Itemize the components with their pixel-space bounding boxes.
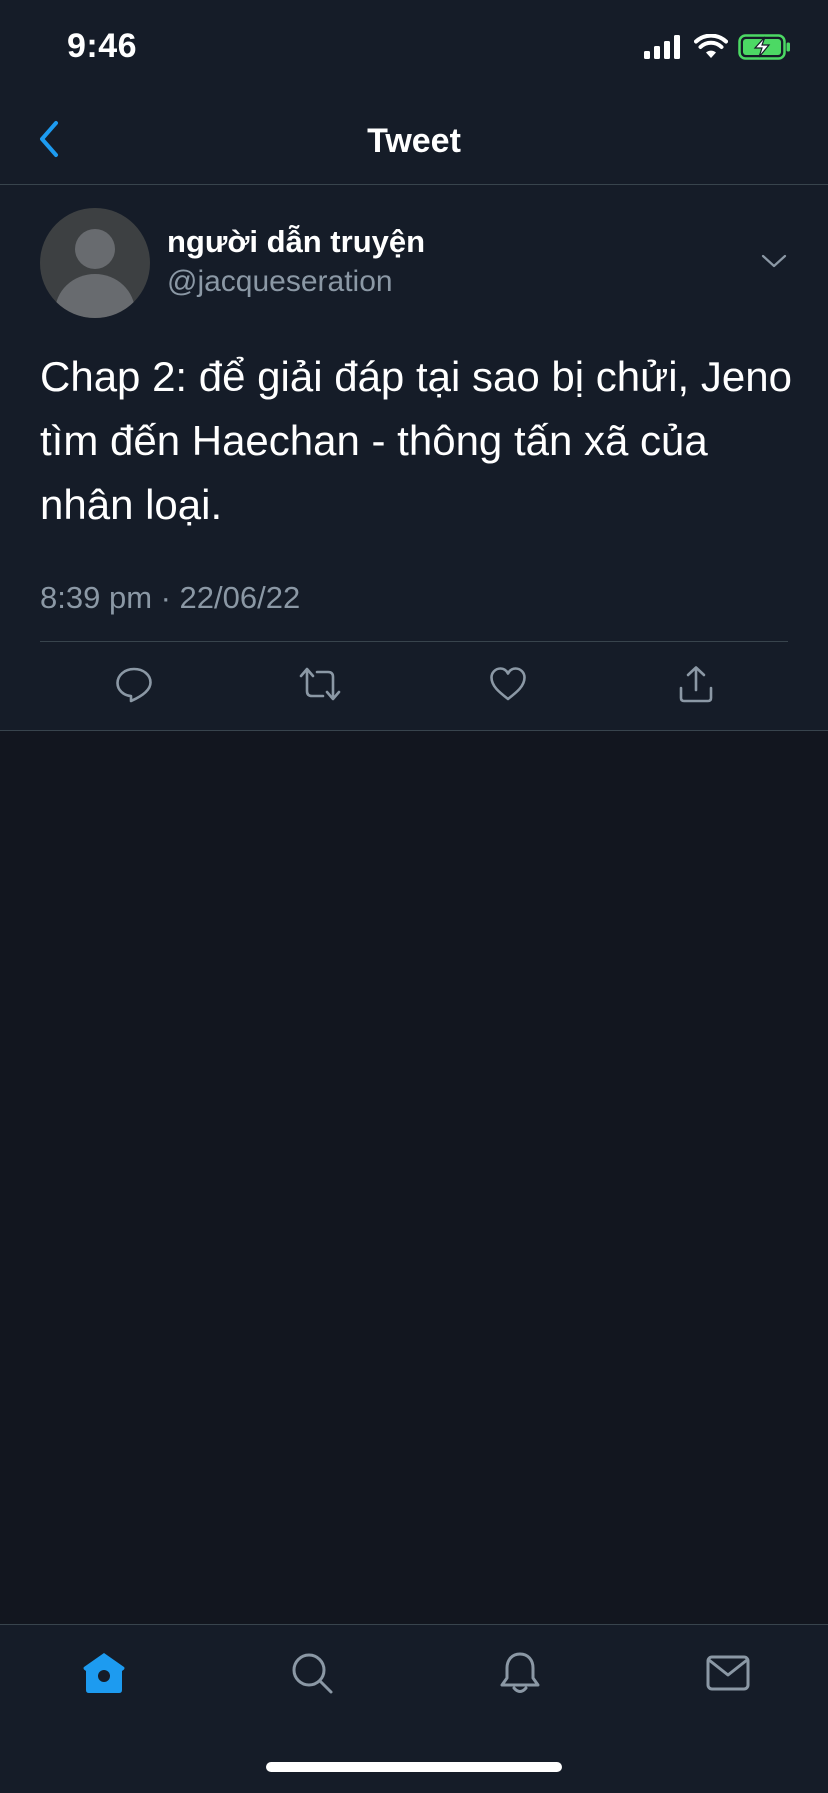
tweet-timestamp[interactable]: 8:39 pm · 22/06/22	[40, 580, 300, 616]
like-icon	[488, 664, 528, 709]
battery-charging-icon	[738, 33, 792, 65]
tweet-menu-button[interactable]	[756, 245, 792, 281]
tab-notifications[interactable]	[490, 1645, 550, 1705]
page-title: Tweet	[367, 122, 461, 160]
display-name[interactable]: người dẫn truyện	[167, 224, 425, 260]
notifications-icon	[497, 1650, 543, 1701]
tweet: người dẫn truyện @jacqueseration Chap 2:…	[0, 185, 828, 731]
tweet-actions	[40, 642, 788, 730]
avatar[interactable]	[40, 208, 150, 318]
tweet-text: Chap 2: để giải đáp tại sao bị chửi, Jen…	[40, 353, 792, 528]
nav-bar: Tweet	[0, 100, 828, 185]
status-bar: 9:46	[0, 0, 828, 100]
retweet-icon	[297, 664, 343, 709]
default-avatar-icon	[55, 229, 135, 318]
user-handle[interactable]: @jacqueseration	[167, 265, 393, 299]
home-indicator[interactable]	[266, 1762, 562, 1772]
tab-home[interactable]	[74, 1645, 134, 1705]
status-icons	[644, 33, 792, 65]
status-time: 9:46	[67, 27, 138, 65]
retweet-button[interactable]	[298, 664, 342, 708]
tab-messages[interactable]	[698, 1645, 758, 1705]
share-icon	[676, 664, 716, 709]
reply-button[interactable]	[112, 664, 156, 708]
share-button[interactable]	[674, 664, 718, 708]
tab-search[interactable]	[282, 1645, 342, 1705]
wifi-icon	[694, 33, 728, 65]
messages-icon	[705, 1650, 751, 1701]
chevron-down-icon	[761, 253, 787, 274]
like-button[interactable]	[486, 664, 530, 708]
signal-icon	[644, 34, 684, 64]
home-icon	[81, 1650, 127, 1701]
reply-icon	[114, 664, 154, 709]
search-icon	[289, 1650, 335, 1701]
